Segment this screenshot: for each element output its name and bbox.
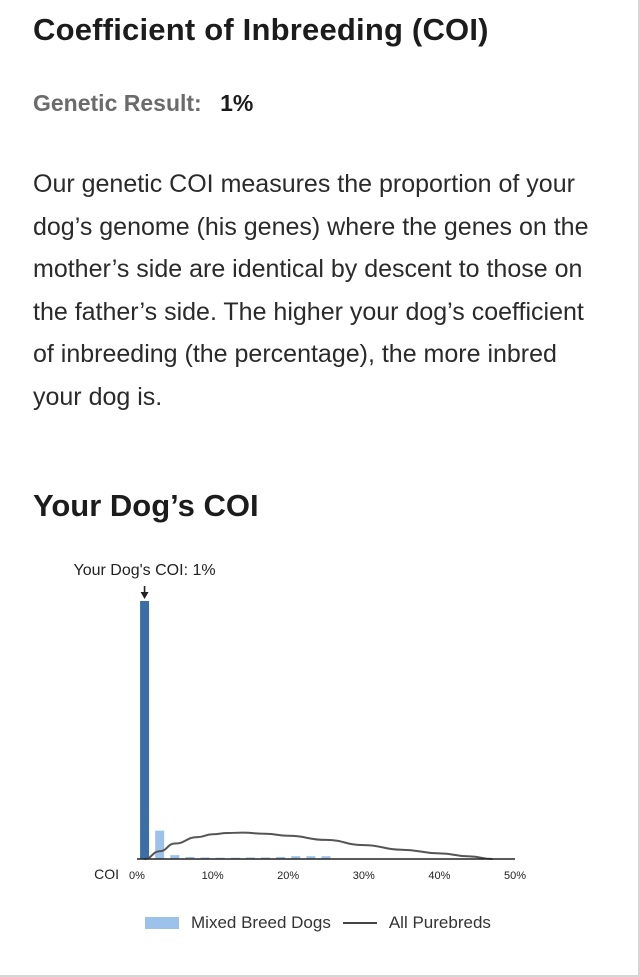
legend-swatch-mixed: [145, 917, 179, 929]
all-purebreds-line: [144, 831, 493, 860]
mixed-breed-bar: [155, 830, 165, 859]
x-axis-label: COI: [94, 866, 119, 882]
arrow-down-icon: [140, 586, 149, 599]
x-tick-label: 20%: [277, 870, 299, 882]
genetic-result-value: 1%: [220, 90, 254, 116]
genetic-result-label: Genetic Result:: [33, 90, 202, 116]
section-title: Your Dog’s COI: [33, 488, 259, 523]
x-tick-label: 40%: [428, 870, 450, 882]
legend-label-purebreds: All Purebreds: [388, 913, 491, 932]
your-dog-bar: [140, 601, 150, 859]
page-title: Coefficient of Inbreeding (COI): [33, 12, 489, 47]
legend-line-purebreds: [342, 922, 377, 924]
x-tick-label: 0%: [129, 870, 145, 882]
coi-chart: 0% 10% 20% 30% 40% 50% COI Your Dog's COI: 1%: [74, 562, 527, 882]
legend-label-mixed: Mixed Breed Dogs: [191, 913, 331, 932]
x-tick-label: 30%: [353, 870, 375, 882]
coi-description: Our genetic COI measures the proportion …: [33, 170, 589, 411]
chart-legend: Mixed Breed Dogs All Purebreds: [145, 913, 491, 933]
x-tick-label: 10%: [202, 870, 224, 882]
x-tick-label: 50%: [504, 870, 526, 882]
genetic-result: Genetic Result: 1%: [33, 90, 253, 117]
your-dog-coi-annotation: Your Dog's COI: 1%: [74, 562, 216, 579]
